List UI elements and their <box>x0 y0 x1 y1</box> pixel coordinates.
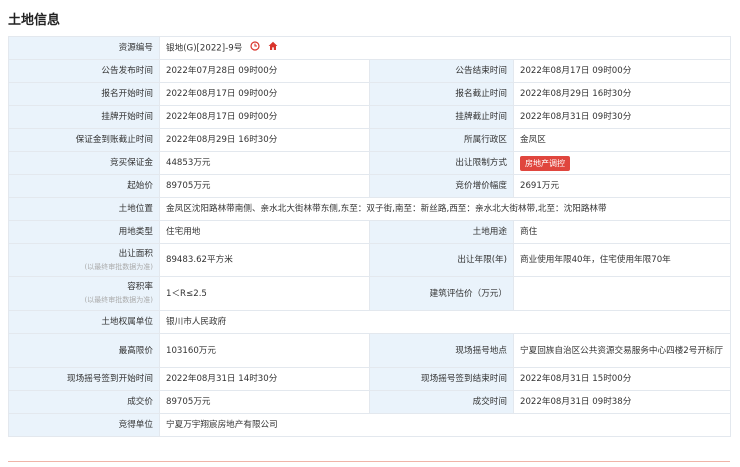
label-building-price: 建筑评估价（万元） <box>369 276 514 311</box>
label-deal-price: 成交价 <box>8 390 160 414</box>
value-signup-start: 2022年08月17日 09时00分 <box>159 82 370 106</box>
label-lottery-end: 现场摇号签到结束时间 <box>369 367 514 391</box>
table-row: 挂牌开始时间 2022年08月17日 09时00分 挂牌截止时间 2022年08… <box>8 105 732 129</box>
restriction-badge: 房地产调控 <box>520 155 570 171</box>
value-deposit-deadline: 2022年08月29日 16时30分 <box>159 128 370 152</box>
table-row: 最高限价 103160万元 现场摇号地点 宁夏回族自治区公共资源交易服务中心四楼… <box>8 333 732 368</box>
label-signup-start: 报名开始时间 <box>8 82 160 106</box>
table-row: 出让面积 (以最终审批数据为准) 89483.62平方米 出让年限(年) 商业使… <box>8 243 732 277</box>
label-land-use: 土地用途 <box>369 220 514 244</box>
label-land-type: 用地类型 <box>8 220 160 244</box>
table-row: 容积率 (以最终审批数据为准) 1＜R≤2.5 建筑评估价（万元） <box>8 276 732 311</box>
section-divider <box>8 461 730 462</box>
label-district: 所属行政区 <box>369 128 514 152</box>
value-lottery-place: 宁夏回族自治区公共资源交易服务中心四楼2号开标厅 <box>512 333 732 368</box>
value-lottery-start: 2022年08月31日 14时30分 <box>159 367 370 391</box>
value-land-use: 商住 <box>512 220 732 244</box>
table-row: 资源编号 银地(G)[2022]-9号 <box>8 36 732 60</box>
value-owner: 银川市人民政府 <box>158 310 732 334</box>
label-signup-end: 报名截止时间 <box>369 82 514 106</box>
value-restriction-cell: 房地产调控 <box>512 151 732 175</box>
label-area-note: (以最终审批数据为准) <box>84 262 153 271</box>
land-info-table: 资源编号 银地(G)[2022]-9号 公告发布时间 2022年07月28日 0… <box>8 36 732 437</box>
value-location: 金凤区沈阳路林带南侧、亲水北大街林带东侧,东至：双子街,南至：新丝路,西至：亲水… <box>158 197 732 221</box>
value-deposit: 44853万元 <box>159 151 370 175</box>
value-deal-time: 2022年08月31日 09时38分 <box>512 390 732 414</box>
label-winner: 竞得单位 <box>8 413 160 437</box>
label-increment: 竞价增价幅度 <box>369 174 514 198</box>
table-row: 竞买保证金 44853万元 出让限制方式 房地产调控 <box>8 151 732 175</box>
label-owner: 土地权属单位 <box>8 310 160 334</box>
label-far-cell: 容积率 (以最终审批数据为准) <box>8 276 160 311</box>
label-announce-end: 公告结束时间 <box>369 59 514 83</box>
table-row: 公告发布时间 2022年07月28日 09时00分 公告结束时间 2022年08… <box>8 59 732 83</box>
clock-icon[interactable] <box>250 41 260 55</box>
label-deal-time: 成交时间 <box>369 390 514 414</box>
value-far: 1＜R≤2.5 <box>159 276 370 311</box>
label-far: 容积率 <box>127 282 153 292</box>
table-row: 现场摇号签到开始时间 2022年08月31日 14时30分 现场摇号签到结束时间… <box>8 367 732 391</box>
value-increment: 2691万元 <box>512 174 732 198</box>
label-deposit: 竞买保证金 <box>8 151 160 175</box>
value-area: 89483.62平方米 <box>159 243 370 277</box>
value-resource-no-cell: 银地(G)[2022]-9号 <box>158 36 732 60</box>
label-resource-no: 资源编号 <box>8 36 160 60</box>
value-building-price <box>512 276 732 311</box>
table-row: 竞得单位 宁夏万宇翔宸房地产有限公司 <box>8 413 732 437</box>
value-announce-start: 2022年07月28日 09时00分 <box>159 59 370 83</box>
label-announce-start: 公告发布时间 <box>8 59 160 83</box>
label-lottery-start: 现场摇号签到开始时间 <box>8 367 160 391</box>
table-row: 土地权属单位 银川市人民政府 <box>8 310 732 334</box>
value-listing-end: 2022年08月31日 09时30分 <box>512 105 732 129</box>
table-row: 用地类型 住宅用地 土地用途 商住 <box>8 220 732 244</box>
value-term: 商业使用年限40年，住宅使用年限70年 <box>512 243 732 277</box>
value-max-price: 103160万元 <box>159 333 370 368</box>
page-title: 土地信息 <box>8 13 61 28</box>
value-district: 金凤区 <box>512 128 732 152</box>
value-listing-start: 2022年08月17日 09时00分 <box>159 105 370 129</box>
label-listing-end: 挂牌截止时间 <box>369 105 514 129</box>
label-area: 出让面积 <box>118 248 153 259</box>
label-lottery-place: 现场摇号地点 <box>369 333 514 368</box>
label-term: 出让年限(年) <box>369 243 514 277</box>
label-restriction: 出让限制方式 <box>369 151 514 175</box>
value-start-price: 89705万元 <box>159 174 370 198</box>
table-row: 起始价 89705万元 竞价增价幅度 2691万元 <box>8 174 732 198</box>
value-resource-no: 银地(G)[2022]-9号 <box>166 43 243 54</box>
value-deal-price: 89705万元 <box>159 390 370 414</box>
label-listing-start: 挂牌开始时间 <box>8 105 160 129</box>
label-deposit-deadline: 保证金到账截止时间 <box>8 128 160 152</box>
value-winner: 宁夏万宇翔宸房地产有限公司 <box>158 413 732 437</box>
label-start-price: 起始价 <box>8 174 160 198</box>
table-row: 报名开始时间 2022年08月17日 09时00分 报名截止时间 2022年08… <box>8 82 732 106</box>
table-row: 保证金到账截止时间 2022年08月29日 16时30分 所属行政区 金凤区 <box>8 128 732 152</box>
value-lottery-end: 2022年08月31日 15时00分 <box>512 367 732 391</box>
table-row: 成交价 89705万元 成交时间 2022年08月31日 09时38分 <box>8 390 732 414</box>
value-land-type: 住宅用地 <box>159 220 370 244</box>
value-signup-end: 2022年08月29日 16时30分 <box>512 82 732 106</box>
value-announce-end: 2022年08月17日 09时00分 <box>512 59 732 83</box>
home-icon[interactable] <box>268 41 278 55</box>
label-max-price: 最高限价 <box>8 333 160 368</box>
table-row: 土地位置 金凤区沈阳路林带南侧、亲水北大街林带东侧,东至：双子街,南至：新丝路,… <box>8 197 732 221</box>
label-location: 土地位置 <box>8 197 160 221</box>
label-area-cell: 出让面积 (以最终审批数据为准) <box>8 243 160 277</box>
label-far-note: (以最终审批数据为准) <box>84 296 153 304</box>
